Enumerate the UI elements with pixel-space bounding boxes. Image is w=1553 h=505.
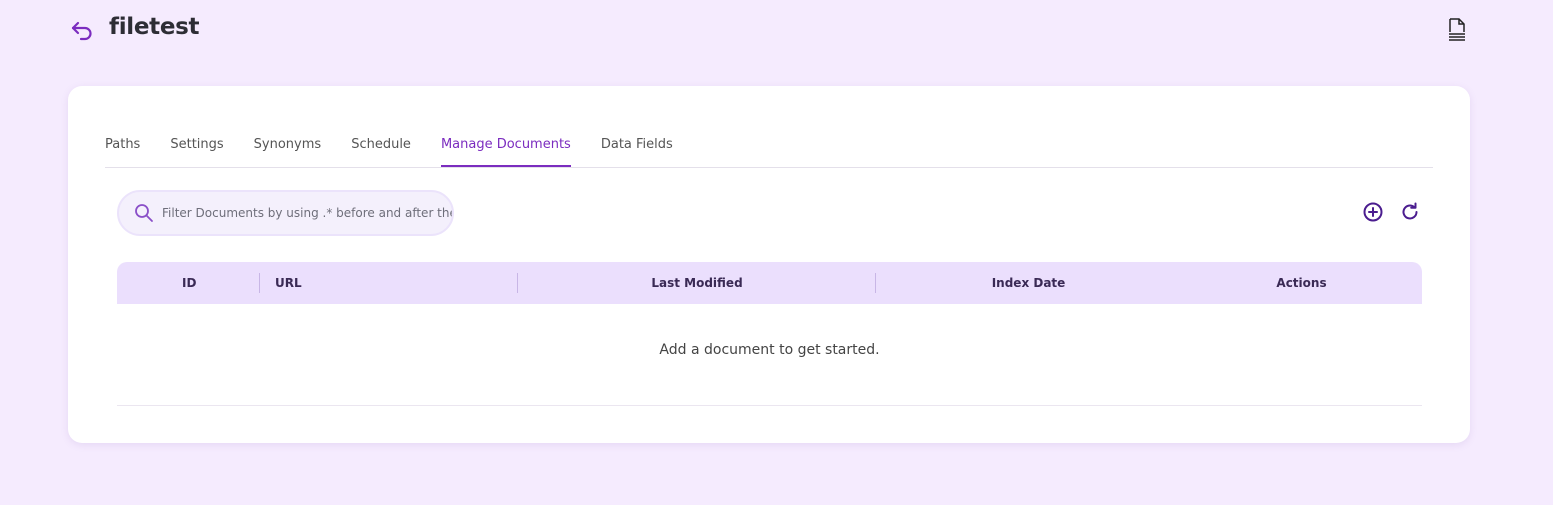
table-header: ID URL Last Modified Index Date Actions: [117, 262, 1422, 304]
tab-manage-documents[interactable]: Manage Documents: [440, 126, 571, 167]
column-header-last-modified[interactable]: Last Modified: [518, 262, 876, 304]
empty-state-message: Add a document to get started.: [659, 342, 880, 358]
back-button[interactable]: [68, 17, 96, 43]
add-document-button[interactable]: [1361, 200, 1385, 224]
page-title: filetest: [109, 14, 200, 40]
refresh-button[interactable]: [1398, 200, 1422, 224]
undo-arrow-icon: [71, 21, 92, 41]
page-header: filetest: [0, 0, 1553, 60]
tab-data-fields[interactable]: Data Fields: [601, 126, 673, 167]
document-view-button[interactable]: [1444, 16, 1470, 44]
document-lines-icon: [1449, 18, 1465, 41]
tab-schedule[interactable]: Schedule: [351, 126, 411, 167]
column-header-actions: Actions: [1276, 276, 1327, 290]
search-icon: [135, 204, 153, 222]
main-card: Paths Settings Synonyms Schedule Manage …: [68, 86, 1470, 443]
column-resize-handle[interactable]: [259, 273, 260, 293]
column-header-index-date[interactable]: Index Date: [876, 262, 1181, 304]
plus-circle-icon: [1363, 202, 1383, 222]
refresh-icon: [1402, 202, 1418, 220]
search-input[interactable]: [162, 206, 452, 220]
tab-settings[interactable]: Settings: [170, 126, 223, 167]
search-box: [117, 190, 454, 236]
column-header-id[interactable]: ID: [182, 262, 196, 304]
tab-paths[interactable]: Paths: [105, 126, 140, 167]
table-divider: [117, 405, 1422, 406]
tab-bar: Paths Settings Synonyms Schedule Manage …: [105, 126, 1433, 168]
column-header-url[interactable]: URL: [275, 262, 302, 304]
tab-synonyms[interactable]: Synonyms: [254, 126, 322, 167]
